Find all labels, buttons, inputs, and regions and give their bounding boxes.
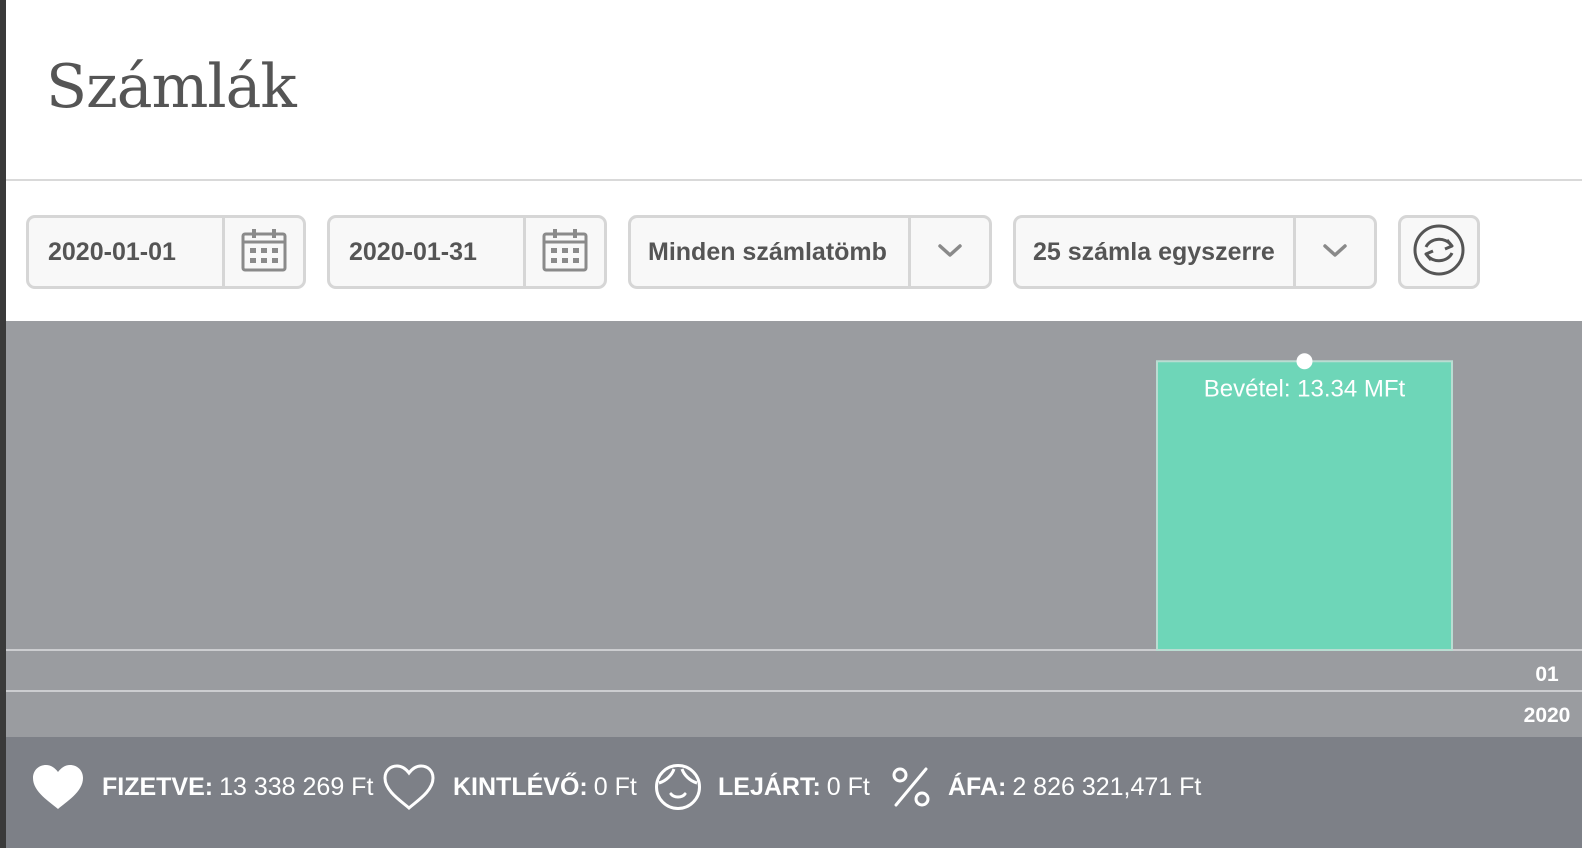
outstanding-value: 0 Ft	[593, 772, 637, 801]
revenue-chart-svg: Bevétel: 13.34 MFt 01 2020	[6, 353, 1582, 727]
revenue-chart: Bevétel: 13.34 MFt 01 2020	[6, 321, 1582, 737]
bar-data-label: Bevétel: 13.34 MFt	[1204, 375, 1406, 402]
overdue-label: LEJÁRT:	[718, 772, 821, 801]
invoice-block-select[interactable]: Minden számlatömb	[628, 215, 992, 289]
heart-filled-icon	[30, 762, 86, 812]
x-group-label: 2020	[1524, 704, 1571, 727]
paid-summary: FIZETVE: 13 338 269 Ft	[30, 737, 373, 837]
page-size-dropdown-button[interactable]	[1293, 218, 1374, 286]
refresh-icon	[1412, 223, 1466, 282]
page-size-value[interactable]: 25 számla egyszerre	[1016, 218, 1293, 286]
vat-value: 2 826 321,471 Ft	[1012, 772, 1202, 801]
overdue-summary: LEJÁRT: 0 Ft	[654, 737, 870, 837]
paid-value: 13 338 269 Ft	[219, 772, 374, 801]
title-bar: Számlák	[6, 0, 1582, 181]
chevron-down-icon	[1322, 242, 1348, 263]
outstanding-summary: KINTLÉVŐ: 0 Ft	[381, 737, 637, 837]
refresh-button[interactable]	[1398, 215, 1480, 289]
x-tick-label: 01	[1535, 663, 1559, 686]
page-title: Számlák	[46, 52, 297, 122]
chevron-down-icon	[937, 242, 963, 263]
date-from-calendar-button[interactable]	[222, 218, 303, 286]
calendar-icon	[542, 227, 588, 278]
date-from-input[interactable]: 2020-01-01	[29, 218, 222, 286]
vat-label: ÁFA:	[948, 772, 1007, 801]
date-to-calendar-button[interactable]	[523, 218, 604, 286]
paid-label: FIZETVE:	[102, 772, 214, 801]
bar-value-marker	[1296, 353, 1313, 370]
date-to-input[interactable]: 2020-01-31	[330, 218, 523, 286]
face-icon	[654, 763, 702, 811]
summary-bar: FIZETVE: 13 338 269 Ft KINTLÉVŐ: 0 Ft LE…	[6, 737, 1582, 848]
invoice-block-dropdown-button[interactable]	[908, 218, 989, 286]
outstanding-label: KINTLÉVŐ:	[453, 772, 588, 801]
heart-outline-icon	[381, 762, 437, 812]
date-from-field[interactable]: 2020-01-01	[26, 215, 306, 289]
invoice-block-value[interactable]: Minden számlatömb	[631, 218, 908, 286]
invoices-page: Számlák 2020-01-01 2020-01-31 Minden szá…	[6, 0, 1582, 848]
filter-toolbar: 2020-01-01 2020-01-31 Minden számlatömb …	[6, 183, 1582, 323]
vat-summary: ÁFA: 2 826 321,471 Ft	[890, 737, 1201, 837]
overdue-value: 0 Ft	[826, 772, 870, 801]
percent-icon	[890, 766, 932, 808]
page-size-select[interactable]: 25 számla egyszerre	[1013, 215, 1377, 289]
revenue-bar	[1156, 360, 1453, 651]
date-to-field[interactable]: 2020-01-31	[327, 215, 607, 289]
calendar-icon	[241, 227, 287, 278]
